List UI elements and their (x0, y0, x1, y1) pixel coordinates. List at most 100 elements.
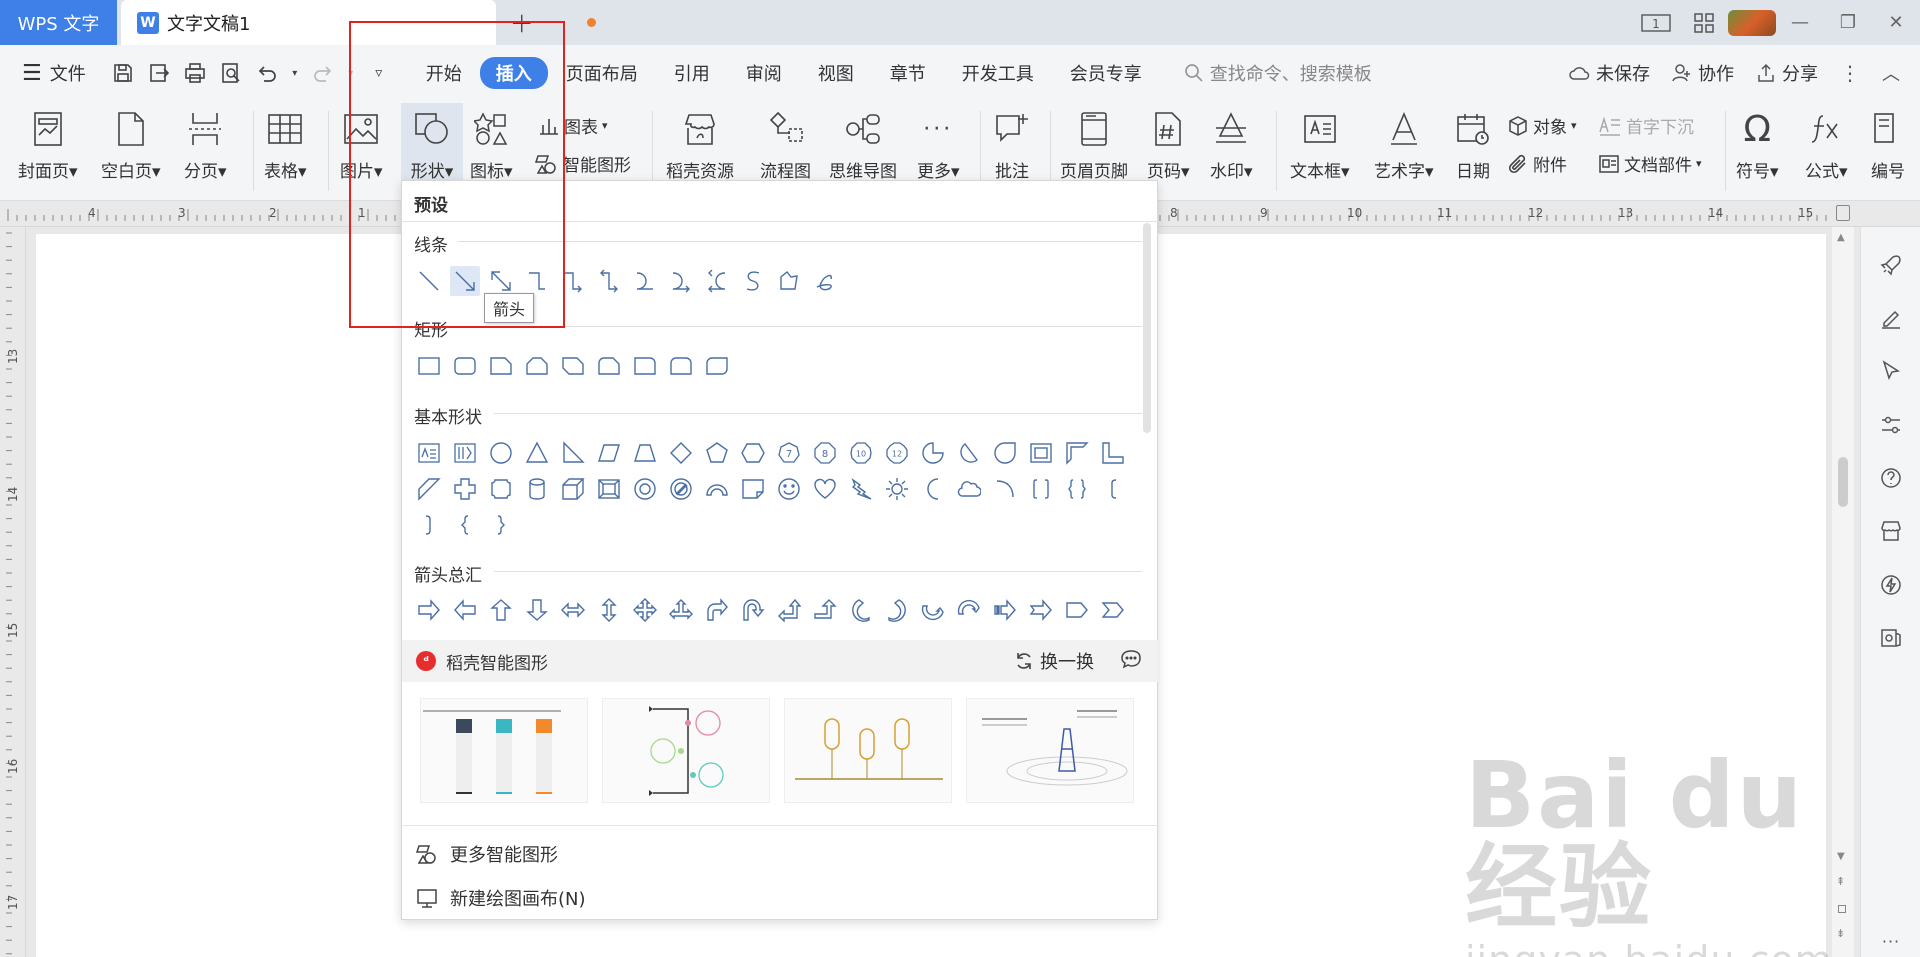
parallelogram-icon[interactable] (594, 438, 624, 468)
folded-corner-icon[interactable] (738, 474, 768, 504)
arrow-line-shape-icon[interactable] (450, 266, 480, 296)
curve-shape-icon[interactable] (738, 266, 768, 296)
close-icon[interactable]: ✕ (1872, 12, 1920, 33)
date-button[interactable]: 日期 (1453, 107, 1493, 182)
file-menu[interactable]: ☰ 文件 (0, 45, 86, 101)
double-bracket-icon[interactable] (1026, 474, 1056, 504)
tab-reference[interactable]: 引用 (656, 60, 728, 86)
icon-button[interactable]: 图标▾ (470, 107, 513, 182)
redo-icon[interactable] (308, 58, 338, 88)
quad-arrow-icon[interactable] (630, 595, 660, 625)
line-shape-icon[interactable] (414, 266, 444, 296)
blank-page-button[interactable]: 空白页▾ (101, 107, 161, 182)
chart-button[interactable]: 图表 ▾ (538, 113, 608, 138)
left-bracket-icon[interactable] (1098, 474, 1128, 504)
table-button[interactable]: 表格▾ (264, 107, 307, 182)
undo-icon[interactable] (252, 58, 282, 88)
new-tab-button[interactable]: + (510, 6, 533, 39)
refresh-button[interactable]: 换一换 (1014, 648, 1094, 674)
diagonal-stripe-icon[interactable] (414, 474, 444, 504)
user-avatar[interactable] (1728, 9, 1776, 36)
heptagon-icon[interactable]: 7 (774, 438, 804, 468)
watermark-button[interactable]: 水印▾ (1210, 107, 1253, 182)
scroll-up-icon[interactable]: ▲ (1837, 232, 1845, 243)
minimize-icon[interactable]: — (1776, 12, 1824, 33)
scroll-down-icon[interactable]: ▼ (1837, 851, 1845, 862)
tab-member[interactable]: 会员专享 (1052, 60, 1160, 86)
curved-arrow-connector-icon[interactable] (666, 266, 696, 296)
collab-button[interactable]: 协作 (1672, 60, 1734, 86)
left-up-arrow-icon[interactable] (774, 595, 804, 625)
striped-right-arrow-icon[interactable] (990, 595, 1020, 625)
pentagon-icon[interactable] (702, 438, 732, 468)
elbow-double-arrow-icon[interactable] (594, 266, 624, 296)
round-same-side-rect-icon[interactable] (666, 351, 696, 381)
print-preview-icon[interactable] (216, 58, 246, 88)
bent-up-arrow-icon[interactable] (810, 595, 840, 625)
customize-toolbar-icon[interactable]: ▿ (364, 58, 394, 88)
left-right-arrow-icon[interactable] (558, 595, 588, 625)
sidebar-more-icon[interactable]: ··· (1877, 927, 1905, 955)
page-count-icon[interactable]: 1 (1632, 13, 1680, 33)
formula-button[interactable]: 公式▾ (1805, 107, 1848, 182)
left-right-up-arrow-icon[interactable] (666, 595, 696, 625)
cloud-shape-icon[interactable] (954, 474, 984, 504)
redo-dropdown-icon[interactable]: ▾ (344, 58, 358, 88)
sun-shape-icon[interactable] (882, 474, 912, 504)
l-shape-icon[interactable] (1098, 438, 1128, 468)
rounded-rectangle-icon[interactable] (450, 351, 480, 381)
u-turn-arrow-icon[interactable] (738, 595, 768, 625)
scroll-thumb[interactable] (1838, 457, 1848, 507)
elbow-arrow-connector-icon[interactable] (558, 266, 588, 296)
elbow-connector-icon[interactable] (522, 266, 552, 296)
dropcap-button[interactable]: 首字下沉 (1598, 113, 1694, 138)
new-drawing-canvas-item[interactable]: 新建绘图画布(N) (416, 885, 586, 911)
document-tab[interactable]: W 文字文稿1 (121, 0, 596, 45)
export-icon[interactable] (144, 58, 174, 88)
bent-arrow-icon[interactable] (702, 595, 732, 625)
smart-graphic-thumbnail-1[interactable] (420, 698, 588, 803)
half-frame-icon[interactable] (1062, 438, 1092, 468)
more-button[interactable]: ··· 更多▾ (917, 107, 960, 183)
curved-down-arrow-icon[interactable] (954, 595, 984, 625)
up-arrow-shape-icon[interactable] (486, 595, 516, 625)
restore-icon[interactable]: ❐ (1824, 12, 1872, 33)
textbox-button[interactable]: 文本框▾ (1290, 107, 1350, 182)
rectangle-shape-icon[interactable] (414, 351, 444, 381)
curved-right-arrow-icon[interactable] (846, 595, 876, 625)
smiley-face-icon[interactable] (774, 474, 804, 504)
notched-right-arrow-icon[interactable] (1026, 595, 1056, 625)
more-options-icon[interactable]: ⋮ (1840, 61, 1860, 85)
block-arc-icon[interactable] (702, 474, 732, 504)
store-sidebar-icon[interactable] (1877, 517, 1905, 545)
mindmap-button[interactable]: 思维导图 (829, 107, 897, 182)
prev-page-icon[interactable]: ⇞ (1836, 875, 1845, 888)
left-brace-icon[interactable] (450, 510, 480, 540)
up-down-arrow-icon[interactable] (594, 595, 624, 625)
snip-round-rect-icon[interactable] (594, 351, 624, 381)
diamond-icon[interactable] (666, 438, 696, 468)
left-arrow-shape-icon[interactable] (450, 595, 480, 625)
double-arrow-line-shape-icon[interactable] (486, 266, 516, 296)
round-diagonal-rect-icon[interactable] (702, 351, 732, 381)
chord-shape-icon[interactable] (954, 438, 984, 468)
right-bracket-icon[interactable] (414, 510, 444, 540)
lightning-icon[interactable] (1877, 571, 1905, 599)
curved-connector-icon[interactable] (630, 266, 660, 296)
snip-corner-rect-icon[interactable] (486, 351, 516, 381)
attachment-button[interactable]: 附件 (1507, 151, 1567, 176)
grid-apps-icon[interactable] (1680, 12, 1728, 34)
tab-developer[interactable]: 开发工具 (944, 60, 1052, 86)
heart-shape-icon[interactable] (810, 474, 840, 504)
shape-button[interactable]: 形状▾ (401, 103, 463, 191)
smart-graphic-thumbnail-4[interactable] (966, 698, 1134, 803)
right-brace-icon[interactable] (486, 510, 516, 540)
snip-diagonal-rect-icon[interactable] (558, 351, 588, 381)
numbering-button[interactable]: 编号 (1868, 107, 1908, 182)
textbox-shape-icon[interactable] (414, 438, 444, 468)
reading-mode-icon[interactable] (1877, 624, 1905, 652)
hexagon-icon[interactable] (738, 438, 768, 468)
help-icon[interactable] (1877, 464, 1905, 492)
wordart-button[interactable]: 艺术字▾ (1374, 107, 1434, 182)
right-triangle-icon[interactable] (558, 438, 588, 468)
